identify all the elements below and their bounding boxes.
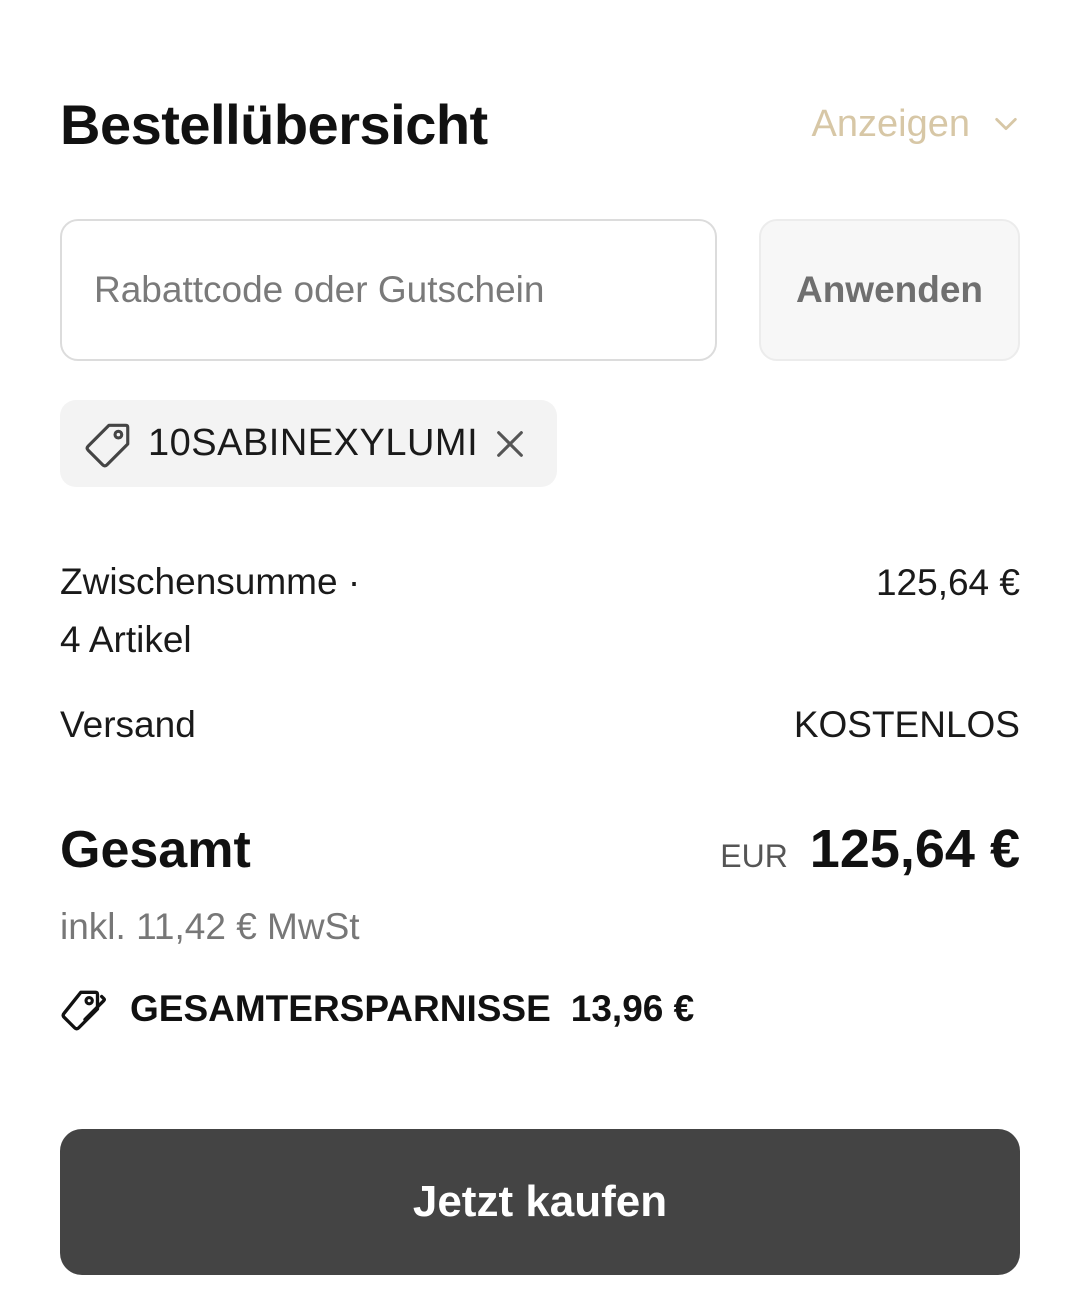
subtotal-item-count: 4 Artikel <box>60 619 192 660</box>
discount-code-input[interactable] <box>60 219 717 361</box>
total-value: 125,64 € <box>809 819 1020 879</box>
applied-discount-code: 10SABINEXYLUMI <box>148 422 479 464</box>
chevron-down-icon <box>995 117 1017 131</box>
discount-form: Anwenden <box>60 219 1020 361</box>
subtotal-value: 125,64 € <box>875 562 1020 603</box>
buy-now-button[interactable]: Jetzt kaufen <box>60 1129 1020 1275</box>
subtotal-label-line1: Zwischensumme · <box>60 561 361 602</box>
close-icon[interactable] <box>493 427 527 461</box>
shipping-row: Versand KOSTENLOS <box>60 695 1020 755</box>
order-summary-header: Bestellübersicht Anzeigen <box>60 88 1020 160</box>
vat-note: inkl. 11,42 € MwSt <box>60 906 360 947</box>
total-currency: EUR <box>720 838 788 874</box>
tag-icon <box>85 423 130 467</box>
total-label: Gesamt <box>60 821 251 879</box>
savings-value: 13,96 € <box>570 988 695 1029</box>
total-amount: EUR 125,64 € <box>720 818 1020 880</box>
total-row: Gesamt EUR 125,64 € <box>60 818 1020 880</box>
order-summary: Bestellübersicht Anzeigen Anwenden 10SAB… <box>0 0 1080 1308</box>
shipping-label: Versand <box>60 704 196 745</box>
tags-icon <box>61 990 106 1031</box>
apply-button[interactable]: Anwenden <box>759 219 1020 361</box>
page-title: Bestellübersicht <box>60 92 488 156</box>
applied-discount-chip: 10SABINEXYLUMI <box>60 400 557 487</box>
total-savings: GESAMTERSPARNISSE 13,96 € <box>60 984 694 1034</box>
subtotal-row: Zwischensumme · 4 Artikel 125,64 € <box>60 553 1020 669</box>
subtotal-label: Zwischensumme · 4 Artikel <box>60 553 360 669</box>
savings-label: GESAMTERSPARNISSE <box>130 988 551 1029</box>
show-details-toggle[interactable]: Anzeigen <box>812 103 1020 146</box>
shipping-value: KOSTENLOS <box>793 704 1020 745</box>
toggle-label: Anzeigen <box>811 102 970 145</box>
